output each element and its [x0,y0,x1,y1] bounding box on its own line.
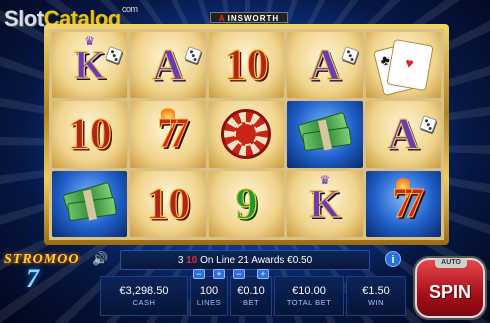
symbol-10: 10 [224,40,269,90]
reel-cell-5-3: 77 [365,170,441,237]
reel-cell-5-2: A [365,101,441,168]
stat-win: €1.50 WIN [346,276,406,316]
stat-lines: 100 LINES − + [190,269,228,316]
stat-label: BET [242,298,260,307]
provider-logo-name: INSWORTH [227,14,280,23]
cards-symbol: ♣ ♥ [373,39,434,97]
spin-button[interactable]: AUTO SPIN [415,258,485,318]
game-logo: STROMOO 7 [4,252,90,312]
symbol-A: A [387,109,420,159]
stat-label: CASH [132,298,156,307]
sevens-symbol: 77 [392,180,425,227]
dice-icon [105,46,124,64]
reel-cell-4-2 [287,101,363,168]
watermark-part1: Slot [4,6,44,31]
plus-button[interactable]: + [257,269,269,279]
win-message-symbol: 10 [186,255,198,266]
symbol-10: 10 [145,178,191,228]
reel-cell-4-3: K ♛ [287,170,363,237]
plus-button[interactable]: + [213,269,225,279]
stat-total-bet: €10.00 TOTAL BET [274,276,344,316]
stat-value: €1.50 [362,285,390,297]
provider-logo: A INSWORTH [210,12,288,23]
symbol-9: 9 [235,178,258,228]
stats-bar: €3,298.50 CASH 100 LINES − + €0.10 BET − + €10.00 T… [100,269,410,316]
reel-cell-2-1: A [130,32,206,99]
provider-logo-mark: A [218,14,226,23]
reel-cell-2-3: 10 [130,170,206,237]
reel-cell-5-1: ♣ ♥ [365,32,441,99]
dice-icon [183,46,202,64]
stat-label: WIN [367,298,385,307]
game-logo-seven: 7 [26,264,39,293]
auto-button[interactable]: AUTO [435,258,467,268]
reel-grid: K ♛ A 10 A ♣ ♥ 10 77 A 10 9 K ♛ 77 [49,29,444,240]
symbol-10: 10 [67,109,112,159]
reel-cell-1-1: K ♛ [52,32,128,99]
reel-frame: K ♛ A 10 A ♣ ♥ 10 77 A 10 9 K ♛ 77 [44,24,449,245]
dice-icon [419,115,437,134]
info-label: i [391,254,395,266]
chip-symbol [221,109,272,160]
info-icon[interactable]: i [385,251,401,267]
symbol-K: K [309,180,341,226]
watermark-suffix: com [122,4,138,14]
crown-icon: ♛ [84,34,96,48]
win-message-text: On Line 21 Awards €0.50 [200,255,313,266]
crown-icon: ♛ [319,172,331,187]
stat-bet: €0.10 BET − + [230,269,272,316]
symbol-A: A [308,40,341,90]
reel-cell-1-3 [52,170,128,237]
minus-button[interactable]: − [233,269,245,279]
win-message-bar: 3 10 On Line 21 Awards €0.50 [120,250,370,270]
money-symbol [297,112,353,154]
symbol-A: A [152,40,185,90]
stat-cash: €3,298.50 CASH [100,276,188,316]
stat-label: LINES [196,298,222,307]
dice-icon [340,46,359,64]
stat-value: €10.00 [292,285,326,297]
stat-label: TOTAL BET [286,298,332,307]
speaker-icon[interactable]: 🔊 [92,251,108,267]
reel-cell-3-2 [208,101,285,168]
minus-button[interactable]: − [193,269,205,279]
reel-cell-3-3: 9 [208,170,285,237]
spin-label: SPIN [428,282,471,302]
stat-value: €0.10 [237,285,265,297]
stat-value: 100 [199,285,219,297]
money-symbol [62,181,118,224]
symbol-K: K [74,42,106,88]
stat-value: €3,298.50 [119,285,169,297]
game-logo-title: STROMOO [4,252,80,267]
reel-cell-1-2: 10 [52,101,128,168]
sevens-symbol: 77 [157,111,190,158]
reel-cell-3-1: 10 [208,32,285,99]
reel-cell-2-2: 77 [130,101,206,168]
reel-cell-4-1: A [287,32,363,99]
win-message-count: 3 [177,255,184,266]
